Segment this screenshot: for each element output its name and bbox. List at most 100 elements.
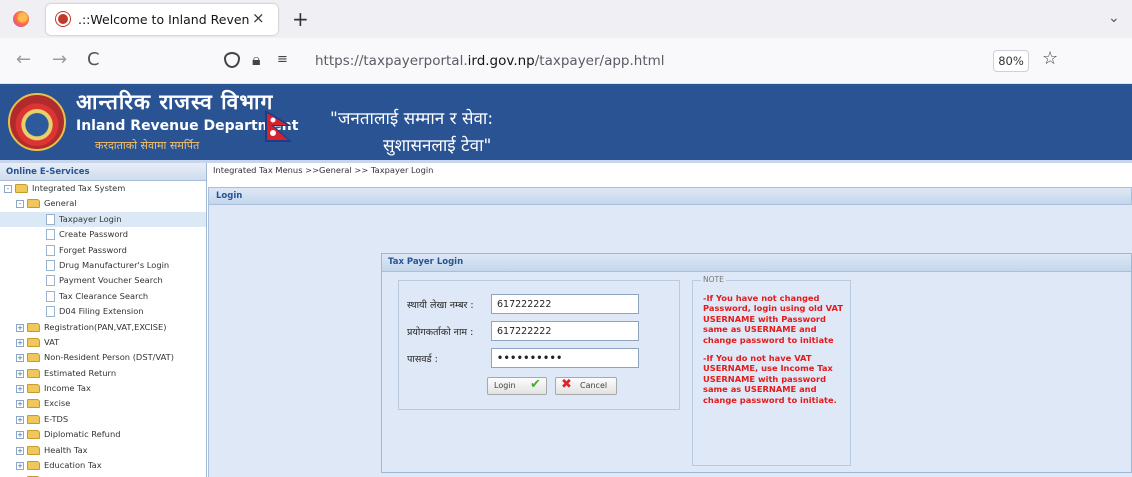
note-text-1: -If You have not changed Password, login… [703, 293, 843, 345]
page-icon [46, 275, 55, 287]
bookmark-star-icon[interactable]: ☆ [1042, 48, 1058, 69]
permissions-icon[interactable]: ≡ [277, 52, 288, 67]
sidebar-item[interactable]: + Registration(PAN,VAT,EXCISE) [0, 320, 206, 335]
pan-label: स्थायी लेखा नम्बर : [407, 300, 474, 311]
sidebar-item[interactable]: + Diplomatic Refund [0, 427, 206, 442]
collapse-icon[interactable]: - [16, 200, 24, 209]
note-text-2: -If You do not have VAT USERNAME, use In… [703, 353, 837, 405]
login-button-label: Login [494, 381, 516, 390]
firefox-icon[interactable] [13, 11, 29, 27]
sidebar-item[interactable]: + E-TDS [0, 412, 206, 427]
sidebar-item-label: General [44, 198, 77, 209]
sidebar-item[interactable]: Payment Voucher Search [0, 273, 206, 288]
sidebar-item[interactable]: + Education Tax [0, 458, 206, 473]
sidebar-item[interactable]: + VAT [0, 335, 206, 350]
page-icon [46, 244, 55, 256]
login-box-title: Tax Payer Login [382, 254, 1131, 272]
expand-icon[interactable]: + [16, 354, 24, 363]
expand-icon[interactable]: + [16, 446, 24, 455]
browser-tab[interactable]: .::Welcome to Inland Revenue I × [46, 4, 278, 35]
expand-icon[interactable]: + [16, 369, 24, 378]
check-icon: ✔ [530, 377, 541, 392]
department-tagline: करदाताको सेवामा समर्पित [95, 139, 200, 152]
sidebar-item[interactable]: Tax Clearance Search [0, 289, 206, 304]
forward-button[interactable]: → [52, 49, 67, 70]
zoom-level-button[interactable]: 80% [993, 50, 1029, 72]
tab-title: .::Welcome to Inland Revenue I [78, 12, 250, 27]
sidebar-item[interactable]: Taxpayer Login [0, 211, 206, 228]
sidebar-item-label: Registration(PAN,VAT,EXCISE) [44, 321, 167, 332]
back-button[interactable]: ← [16, 49, 31, 70]
folder-icon [15, 184, 28, 193]
cancel-button[interactable]: ✖ Cancel [555, 377, 617, 395]
sidebar-item[interactable]: Create Password [0, 227, 206, 242]
sidebar-item-label: Payment Voucher Search [59, 275, 163, 286]
sidebar-item-label: Electronic Billing [44, 473, 113, 477]
sidebar-item[interactable]: - Integrated Tax System [0, 181, 206, 196]
cancel-button-label: Cancel [580, 381, 608, 390]
sidebar-item[interactable]: + Excise [0, 396, 206, 411]
pan-input[interactable] [491, 294, 639, 314]
sidebar-item[interactable]: D04 Filing Extension [0, 304, 206, 319]
reload-button[interactable]: C [87, 49, 100, 70]
tab-list-chevron-icon[interactable]: ⌄ [1108, 10, 1120, 26]
sidebar-item[interactable]: - General [0, 196, 206, 211]
expand-icon[interactable]: + [16, 431, 24, 440]
browser-tab-bar: .::Welcome to Inland Revenue I × + ⌄ [0, 0, 1132, 38]
page-icon [46, 213, 55, 225]
sidebar-tree: - Integrated Tax System - General Taxpayer L… [0, 181, 206, 477]
sidebar-item-label: Diplomatic Refund [44, 429, 121, 440]
sidebar-item[interactable]: + Income Tax [0, 381, 206, 396]
login-panel-header: Login [208, 187, 1132, 205]
expand-icon[interactable]: + [16, 415, 24, 424]
sidebar-item[interactable]: + Estimated Return [0, 366, 206, 381]
sidebar-item[interactable]: Forget Password [0, 243, 206, 258]
expand-icon[interactable]: + [16, 462, 24, 471]
sidebar-item-label: Health Tax [44, 444, 88, 455]
username-label: प्रयोगकर्ताको नाम : [407, 327, 474, 338]
sidebar-item[interactable]: + Health Tax [0, 443, 206, 458]
folder-icon [27, 430, 40, 440]
sidebar-item-label: VAT [44, 336, 60, 347]
collapse-icon[interactable]: - [4, 185, 12, 193]
page-icon [46, 259, 55, 271]
expand-icon[interactable]: + [16, 323, 24, 332]
folder-icon [27, 445, 40, 455]
department-name-nepali: आन्तरिक राजस्व विभाग [76, 90, 274, 114]
folder-icon [27, 353, 40, 363]
expand-icon[interactable]: + [16, 400, 24, 409]
tab-close-icon[interactable]: × [252, 9, 265, 27]
tracking-shield-icon[interactable] [224, 52, 240, 68]
sidebar-item-label: Excise [44, 398, 71, 409]
sidebar-item-label: Create Password [59, 229, 128, 240]
folder-icon [27, 337, 40, 347]
address-bar[interactable]: 🔒︎ ≡ https://taxpayerportal.ird.gov.np/t… [220, 44, 1110, 78]
lock-icon[interactable]: 🔒︎ [252, 50, 261, 70]
password-label: पासवर्ड : [407, 354, 438, 365]
page-icon [46, 229, 55, 241]
new-tab-button[interactable]: + [292, 7, 309, 31]
folder-icon [27, 199, 40, 209]
login-button[interactable]: Login ✔ [487, 377, 547, 395]
expand-icon[interactable]: + [16, 385, 24, 394]
cancel-x-icon: ✖ [561, 377, 572, 392]
slogan-line-1: "जनतालाई सम्मान र सेवा: [330, 109, 494, 129]
password-input[interactable]: •••••••••• [491, 348, 639, 368]
sidebar-item-label: Drug Manufacturer's Login [59, 259, 170, 270]
url-text[interactable]: https://taxpayerportal.ird.gov.np/taxpay… [315, 53, 665, 69]
sidebar-item[interactable]: Drug Manufacturer's Login [0, 258, 206, 273]
note-box: NOTE -If You have not changed Password, … [692, 275, 851, 466]
page-icon [46, 306, 55, 318]
folder-icon [27, 384, 40, 394]
folder-icon [27, 368, 40, 378]
sidebar-item-label: E-TDS [44, 413, 69, 424]
sidebar-item-label: Tax Clearance Search [59, 290, 149, 301]
sidebar-item-label: Estimated Return [44, 367, 117, 378]
folder-icon [27, 322, 40, 332]
page-icon [46, 290, 55, 302]
username-input[interactable] [491, 321, 639, 341]
login-fieldset: स्थायी लेखा नम्बर : प्रयोगकर्ताको नाम : … [398, 280, 680, 410]
expand-icon[interactable]: + [16, 338, 24, 347]
sidebar-item[interactable]: +Electronic Billing [0, 473, 206, 477]
sidebar-item[interactable]: + Non-Resident Person (DST/VAT) [0, 350, 206, 365]
